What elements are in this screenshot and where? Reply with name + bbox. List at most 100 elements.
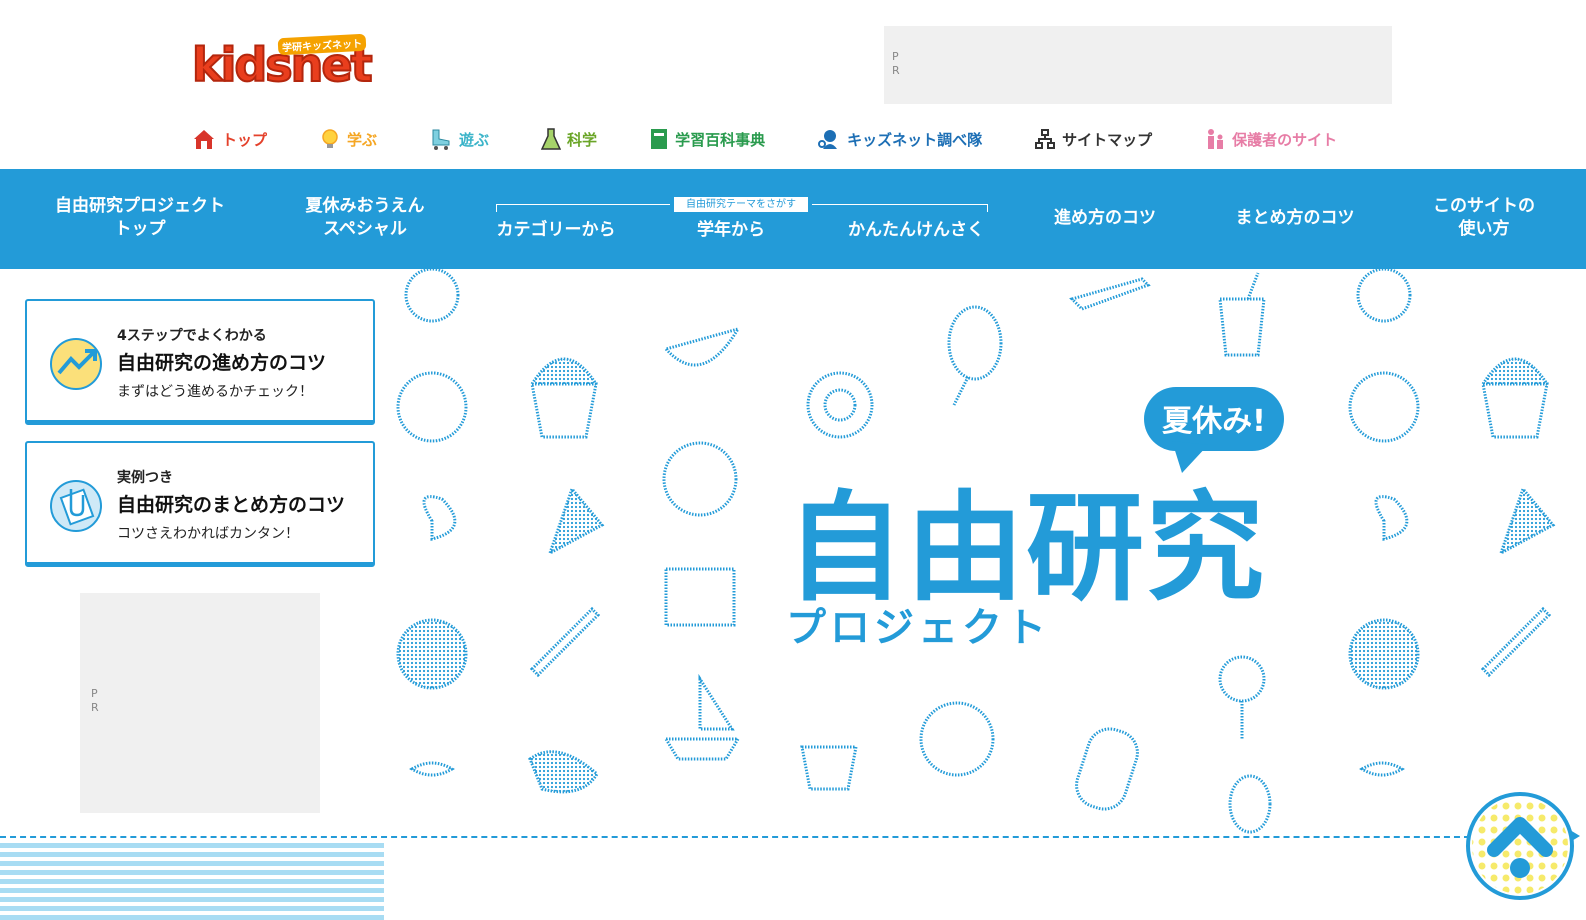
face-icon (919, 701, 995, 777)
flag-icon (547, 485, 605, 557)
hero-bubble-text: 夏休み! (1162, 404, 1266, 439)
egg-icon (1228, 774, 1272, 834)
roller-skate-icon (432, 129, 450, 150)
float-ring-icon (806, 371, 874, 439)
nav-summer-special[interactable]: 夏休みおうえん スペシャル (290, 195, 440, 241)
topnav-science[interactable]: 科学 (541, 127, 597, 151)
topnav-encyclopedia-label: 学習百科事典 (675, 130, 766, 149)
card-tips-progress-title: 自由研究の進め方のコツ (117, 352, 327, 374)
pr-label: PR (892, 50, 900, 77)
pr-label: PR (91, 687, 99, 714)
topnav-learn[interactable]: 学ぶ (319, 127, 377, 151)
cup-icon (1218, 297, 1266, 357)
beach-ball-icon (396, 618, 468, 690)
hero-illustration: 夏休み! 自由研究 プロジェクト (396, 269, 1556, 834)
card-tips-summary-sub: コツさえわかればカンタン！ (117, 526, 299, 542)
topnav-top-label: トップ (222, 130, 268, 149)
nav-summer-special-line1: 夏休みおうえん (305, 196, 425, 216)
bucket-icon (800, 745, 858, 791)
watermelon-icon (663, 326, 742, 367)
card-tips-progress-sub: まずはどう進めるかチェック！ (117, 384, 313, 400)
nav-how-to-use-line2: 使い方 (1458, 219, 1510, 239)
detective-icon (818, 130, 838, 149)
card-tips-summary-kicker: 実例つき (117, 470, 173, 486)
fish-icon (1359, 761, 1405, 777)
face-icon (662, 441, 738, 517)
suitcase-icon (664, 567, 736, 627)
lightbulb-icon (322, 129, 338, 148)
sailboat-icon (698, 673, 735, 731)
shoe-icon (528, 750, 599, 794)
hero-title: 自由研究 (786, 479, 1266, 617)
topnav-learn-label: 学ぶ (347, 130, 378, 149)
topnav-encyclopedia[interactable]: 学習百科事典 (649, 127, 765, 151)
airplane-icon (1069, 277, 1151, 311)
topnav-investigators-label: キッズネット調べ隊 (847, 130, 983, 149)
paperclip-note-icon (50, 480, 102, 532)
beach-ball-icon (1348, 618, 1420, 690)
theme-group-line-left (496, 204, 670, 205)
nav-summer-special-line2: スペシャル (323, 219, 407, 239)
sunflower-icon (1218, 655, 1266, 703)
speech-bubble: 夏休み! (1144, 387, 1284, 473)
theme-group-tick-right (987, 204, 988, 212)
shaved-ice-icon (530, 382, 598, 439)
topnav-sitemap[interactable]: サイトマップ (1034, 128, 1152, 150)
topnav-sitemap-label: サイトマップ (1062, 130, 1153, 149)
nav-by-grade[interactable]: 学年から (676, 219, 786, 242)
hero-banner[interactable]: 夏休み! 自由研究 プロジェクト (382, 269, 1586, 834)
card-tips-summary-title: 自由研究のまとめ方のコツ (117, 494, 346, 516)
chart-up-icon (50, 338, 102, 390)
pencil-icon (529, 606, 601, 678)
butterfly-icon (422, 495, 457, 541)
nav-tips-summary[interactable]: まとめ方のコツ (1220, 207, 1370, 230)
nav-easy-search[interactable]: かんたんけんさく (836, 219, 996, 242)
topnav-play-label: 遊ぶ (459, 130, 490, 149)
nav-how-to-use-line1: このサイトの (1433, 196, 1535, 216)
project-navigation: 自由研究プロジェクト トップ 夏休みおうえん スペシャル 自由研究テーマをさがす… (0, 169, 1586, 269)
topnav-parents-label: 保護者のサイト (1232, 130, 1338, 149)
popsicle-icon (1075, 727, 1139, 811)
theme-group-tick-left (496, 204, 497, 212)
ball-icon (1348, 371, 1420, 443)
page-top-icon (1466, 792, 1580, 900)
pr-banner-top[interactable]: PR (884, 26, 1392, 104)
page-top-button[interactable] (1464, 788, 1582, 904)
topnav-parents[interactable]: 保護者のサイト (1204, 127, 1337, 151)
book-icon (651, 129, 668, 149)
pencil-icon (1480, 606, 1552, 678)
theme-group-label: 自由研究テーマをさがす (674, 197, 808, 212)
topnav-top[interactable]: トップ (192, 127, 267, 151)
theme-group-line-right (812, 204, 988, 205)
shaved-ice-icon (1481, 382, 1549, 439)
fan-icon (947, 305, 1003, 381)
striped-decoration (0, 843, 384, 920)
card-tips-summary[interactable]: 実例つき 自由研究のまとめ方のコツ コツさえわかればカンタン！ (25, 441, 375, 567)
pr-banner-side[interactable]: PR (80, 593, 320, 813)
nav-by-category[interactable]: カテゴリーから (486, 219, 626, 242)
sitemap-icon (1035, 129, 1056, 149)
kidsnet-logo[interactable]: kidsnet 学研キッズネット (191, 33, 392, 96)
fish-icon (409, 761, 455, 777)
flag-icon (1498, 485, 1556, 557)
hero-subtitle: プロジェクト (786, 605, 1050, 651)
top-navigation: トップ 学ぶ 遊ぶ 科学 学習百科事典 キッズネット調べ隊 サイトマップ 保護者… (192, 124, 1337, 154)
card-tips-progress[interactable]: 4ステップでよくわかる 自由研究の進め方のコツ まずはどう進めるかチェック！ (25, 299, 375, 425)
dashed-divider (0, 836, 1470, 838)
nav-project-top-line2: トップ (114, 219, 166, 239)
card-tips-progress-kicker: 4ステップでよくわかる (117, 328, 267, 344)
topnav-investigators[interactable]: キッズネット調べ隊 (817, 127, 982, 151)
nav-tips-progress[interactable]: 進め方のコツ (1040, 207, 1170, 230)
ball-icon (396, 371, 468, 443)
ring-icon (1356, 269, 1412, 323)
nav-how-to-use[interactable]: このサイトの 使い方 (1414, 195, 1554, 241)
house-icon (194, 130, 214, 149)
family-icon (1208, 129, 1224, 149)
nav-project-top[interactable]: 自由研究プロジェクト トップ (40, 195, 240, 241)
butterfly-icon (1374, 495, 1409, 541)
flask-icon (541, 128, 562, 150)
topnav-play[interactable]: 遊ぶ (429, 127, 489, 151)
ring-icon (404, 269, 460, 323)
nav-project-top-line1: 自由研究プロジェクト (55, 196, 225, 216)
topnav-science-label: 科学 (567, 130, 598, 149)
